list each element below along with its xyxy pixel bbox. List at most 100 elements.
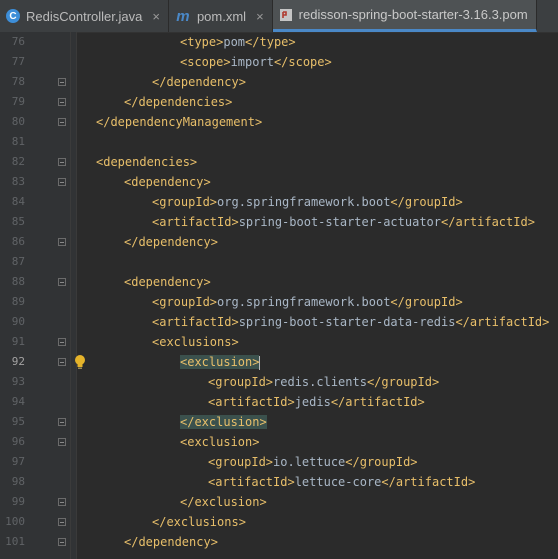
xml-tag: </artifactId> bbox=[381, 475, 476, 489]
close-tab-icon[interactable]: × bbox=[152, 9, 160, 24]
line-number: 90 bbox=[11, 315, 25, 328]
line-number: 80 bbox=[11, 115, 25, 128]
xml-tag: </dependencies> bbox=[124, 95, 233, 109]
xml-value: org.springframework.boot bbox=[217, 295, 391, 309]
fold-marker-icon[interactable] bbox=[58, 438, 66, 446]
code-text: <scope>import</scope> bbox=[180, 52, 332, 72]
class-icon: C bbox=[6, 9, 20, 23]
line-number: 98 bbox=[11, 475, 25, 488]
code-line[interactable]: 81 bbox=[0, 132, 558, 152]
code-text: <exclusion> bbox=[180, 352, 261, 372]
xml-tag: <type> bbox=[180, 35, 224, 49]
code-editor[interactable]: 76 <type>pom</type> 77 <scope>import</scope… bbox=[0, 32, 558, 559]
editor-tab-label: pom.xml bbox=[196, 8, 247, 24]
editor-tab-1[interactable]: m pom.xml × bbox=[169, 0, 273, 32]
xml-tag: </dependency> bbox=[152, 75, 246, 89]
line-number: 76 bbox=[11, 35, 25, 48]
xml-tag: </artifactId> bbox=[330, 395, 425, 409]
editor-tab-0[interactable]: C RedisController.java × bbox=[0, 0, 169, 32]
fold-marker-icon[interactable] bbox=[58, 418, 66, 426]
xml-tag: <artifactId> bbox=[152, 215, 239, 229]
xml-tag: </groupId> bbox=[390, 195, 463, 209]
code-line[interactable]: 89 <groupId>org.springframework.boot</gro… bbox=[0, 292, 558, 312]
line-number: 92 bbox=[11, 355, 25, 368]
code-text: </dependency> bbox=[124, 232, 218, 252]
code-line[interactable]: 88 <dependency> bbox=[0, 272, 558, 292]
xml-tag: <artifactId> bbox=[152, 315, 239, 329]
code-text: <dependency> bbox=[124, 272, 211, 292]
code-line[interactable]: 99 </exclusion> bbox=[0, 492, 558, 512]
xml-tag: </type> bbox=[245, 35, 296, 49]
code-line[interactable]: 94 <artifactId>jedis</artifactId> bbox=[0, 392, 558, 412]
code-line[interactable]: 95 </exclusion> bbox=[0, 412, 558, 432]
editor-tab-2[interactable]: redisson-spring-boot-starter-3.16.3.pom bbox=[272, 0, 537, 32]
fold-marker-icon[interactable] bbox=[58, 498, 66, 506]
code-text: </exclusion> bbox=[180, 492, 267, 512]
code-line[interactable]: 77 <scope>import</scope> bbox=[0, 52, 558, 72]
line-number: 81 bbox=[11, 135, 25, 148]
fold-marker-icon[interactable] bbox=[58, 518, 66, 526]
code-line[interactable]: 79 </dependencies> bbox=[0, 92, 558, 112]
code-text: <groupId>io.lettuce</groupId> bbox=[208, 452, 418, 472]
code-line[interactable]: 86 </dependency> bbox=[0, 232, 558, 252]
code-line[interactable]: 80 </dependencyManagement> bbox=[0, 112, 558, 132]
xml-value: spring-boot-starter-actuator bbox=[238, 215, 441, 229]
fold-marker-icon[interactable] bbox=[58, 538, 66, 546]
fold-marker-icon[interactable] bbox=[58, 118, 66, 126]
xml-tag: <scope> bbox=[180, 55, 231, 69]
line-number: 91 bbox=[11, 335, 25, 348]
code-line[interactable]: 84 <groupId>org.springframework.boot</gro… bbox=[0, 192, 558, 212]
code-line[interactable]: 93 <groupId>redis.clients</groupId> bbox=[0, 372, 558, 392]
code-line[interactable]: 83 <dependency> bbox=[0, 172, 558, 192]
xml-tag: </groupId> bbox=[390, 295, 463, 309]
fold-marker-icon[interactable] bbox=[58, 98, 66, 106]
code-line[interactable]: 96 <exclusion> bbox=[0, 432, 558, 452]
line-number: 86 bbox=[11, 235, 25, 248]
xml-tag: </artifactId> bbox=[441, 215, 535, 229]
code-line[interactable]: 90 <artifactId>spring-boot-starter-data-r… bbox=[0, 312, 558, 332]
code-line[interactable]: 92 <exclusion> bbox=[0, 352, 558, 372]
xml-tag: <artifactId> bbox=[208, 475, 295, 489]
code-text: <groupId>org.springframework.boot</group… bbox=[152, 292, 463, 312]
xml-tag: </groupId> bbox=[345, 455, 418, 469]
fold-marker-icon[interactable] bbox=[58, 238, 66, 246]
code-line[interactable]: 87 bbox=[0, 252, 558, 272]
code-line[interactable]: 76 <type>pom</type> bbox=[0, 32, 558, 52]
code-line[interactable]: 82 <dependencies> bbox=[0, 152, 558, 172]
xml-tag: <dependencies> bbox=[96, 155, 198, 169]
line-number: 94 bbox=[11, 395, 25, 408]
code-line[interactable]: 91 <exclusions> bbox=[0, 332, 558, 352]
fold-marker-icon[interactable] bbox=[58, 358, 66, 366]
xml-value: spring-boot-starter-data-redis bbox=[238, 315, 456, 329]
code-line[interactable]: 98 <artifactId>lettuce-core</artifactId> bbox=[0, 472, 558, 492]
xml-tag: </scope> bbox=[273, 55, 332, 69]
xml-value: pom bbox=[223, 35, 246, 49]
code-line[interactable]: 100 </exclusions> bbox=[0, 512, 558, 532]
xml-tag: </artifactId> bbox=[455, 315, 550, 329]
editor-tab-label: RedisController.java bbox=[26, 8, 143, 24]
code-text: <type>pom</type> bbox=[180, 32, 296, 52]
code-line[interactable]: 97 <groupId>io.lettuce</groupId> bbox=[0, 452, 558, 472]
text-cursor bbox=[259, 355, 261, 370]
code-line[interactable]: 101 </dependency> bbox=[0, 532, 558, 552]
code-line[interactable]: 78 </dependency> bbox=[0, 72, 558, 92]
close-tab-icon[interactable]: × bbox=[256, 9, 264, 24]
line-number: 93 bbox=[11, 375, 25, 388]
fold-marker-icon[interactable] bbox=[58, 78, 66, 86]
code-text: <dependency> bbox=[124, 172, 211, 192]
fold-marker-icon[interactable] bbox=[58, 338, 66, 346]
code-text: </exclusion> bbox=[180, 412, 267, 432]
fold-marker-icon[interactable] bbox=[58, 278, 66, 286]
fold-marker-icon[interactable] bbox=[58, 178, 66, 186]
code-line[interactable]: 85 <artifactId>spring-boot-starter-actuat… bbox=[0, 212, 558, 232]
code-text: <dependencies> bbox=[96, 152, 197, 172]
lightbulb-icon[interactable] bbox=[73, 354, 87, 370]
xml-tag: <artifactId> bbox=[208, 395, 295, 409]
xml-tag: </dependencyManagement> bbox=[96, 115, 263, 129]
line-number: 89 bbox=[11, 295, 25, 308]
fold-marker-icon[interactable] bbox=[58, 158, 66, 166]
pom-file-icon bbox=[279, 8, 293, 22]
xml-tag: <dependency> bbox=[124, 275, 211, 289]
line-number: 82 bbox=[11, 155, 25, 168]
xml-value: redis.clients bbox=[273, 375, 367, 389]
